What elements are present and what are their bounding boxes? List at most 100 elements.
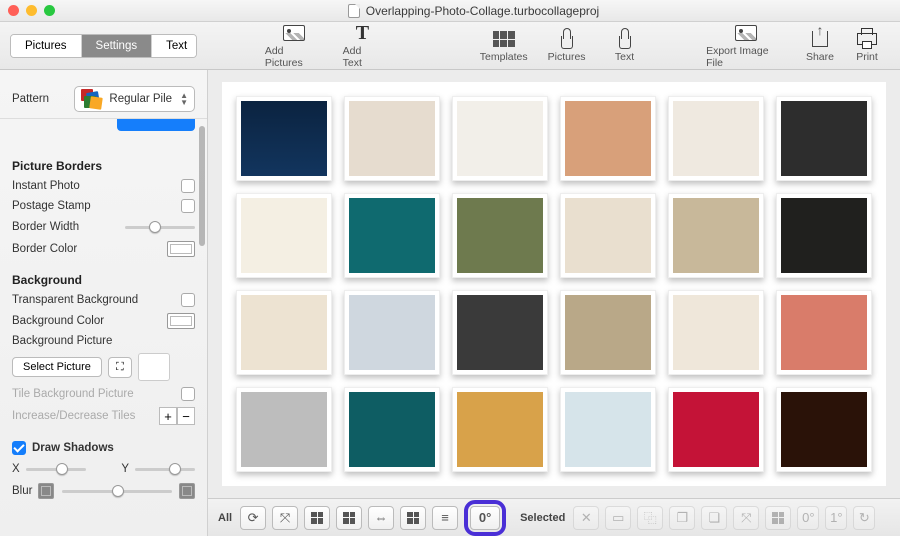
shadow-color-well-2[interactable] [179,483,195,499]
bg-picture-swatch[interactable] [138,353,170,381]
lock-icon [619,36,631,49]
add-pictures-button[interactable]: Add Pictures [265,22,323,69]
photo-tile[interactable] [560,290,656,375]
instant-photo-checkbox[interactable] [181,179,195,193]
grid-selected-button[interactable] [765,506,791,530]
fit-selected-button[interactable]: ⤧ [733,506,759,530]
expand-h-button[interactable]: ⇔ [368,506,394,530]
border-color-well[interactable] [167,241,195,257]
collage-canvas[interactable] [208,70,900,498]
delete-selected-button[interactable]: ✕ [573,506,599,530]
bg-picture-label: Background Picture [12,335,195,347]
tab-settings[interactable]: Settings [82,35,153,57]
photo-tile[interactable] [560,387,656,472]
reset-rotation-highlight: 0° [464,500,506,536]
print-button[interactable]: Print [854,28,880,63]
photo-tile[interactable] [560,96,656,181]
rotate-cw-button[interactable]: ↻ [853,506,875,530]
window-controls [8,5,55,16]
draw-shadows-checkbox[interactable] [12,441,26,455]
pattern-select[interactable]: Regular Pile ▲▼ [74,86,195,112]
bring-front-button[interactable]: ❐ [669,506,695,530]
photo-tile[interactable] [776,387,872,472]
postage-stamp-checkbox[interactable] [181,199,195,213]
regular-pile-icon [81,89,101,109]
photo-tile[interactable] [344,387,440,472]
photo-tile[interactable] [776,290,872,375]
photo-tile[interactable] [668,290,764,375]
reset-rotation-all-button[interactable]: 0° [470,506,500,530]
tab-text[interactable]: Text [152,35,197,57]
send-back-button[interactable]: ❏ [701,506,727,530]
orientation-segment[interactable] [117,119,195,131]
photo-tile[interactable] [236,290,332,375]
zoom-window-icon[interactable] [44,5,55,16]
photo-tile[interactable] [776,193,872,278]
bg-color-well[interactable] [167,313,195,329]
toolbar: Pictures Settings Text Add Pictures T Ad… [0,22,900,70]
photo-tile[interactable] [668,387,764,472]
photo-tile[interactable] [236,387,332,472]
border-width-label: Border Width [12,221,79,233]
tile-bg-label: Tile Background Picture [12,388,134,400]
tile-bg-checkbox [181,387,195,401]
pictures-lock-button[interactable]: Pictures [548,28,586,63]
tiles-stepper: +− [159,407,195,425]
minimize-window-icon[interactable] [26,5,37,16]
photo-tile[interactable] [668,96,764,181]
reset-rotation-selected-button[interactable]: 0° [797,506,819,530]
picture-icon [283,25,305,41]
close-window-icon[interactable] [8,5,19,16]
photo-tile[interactable] [776,96,872,181]
align-button[interactable]: ≡ [432,506,458,530]
chevron-updown-icon: ▲▼ [180,92,188,106]
transparent-bg-checkbox[interactable] [181,293,195,307]
photo-tile[interactable] [344,96,440,181]
photo-tile[interactable] [452,193,548,278]
shadow-y-slider[interactable] [135,461,195,477]
text-lock-button[interactable]: Text [612,28,638,63]
templates-icon [493,31,515,47]
section-picture-borders: Picture Borders [12,159,195,173]
select-picture-button[interactable]: Select Picture [12,357,102,377]
settings-sidebar: Pattern Regular Pile ▲▼ . Picture Border… [0,70,208,536]
photo-tile[interactable] [452,387,548,472]
sidebar-scrollbar[interactable] [199,126,205,246]
postage-stamp-label: Postage Stamp [12,200,91,212]
grid-3-button[interactable] [400,506,426,530]
add-text-button[interactable]: T Add Text [343,22,382,69]
crop-bg-button[interactable]: ⛶ [108,357,132,378]
fit-all-button[interactable]: ⤧ [272,506,298,530]
inc-dec-tiles-label: Increase/Decrease Tiles [12,410,135,422]
photo-tile[interactable] [668,193,764,278]
grid-2-button[interactable] [336,506,362,530]
document-icon [348,4,360,18]
collage-grid [222,82,886,486]
photo-tile[interactable] [236,96,332,181]
swap-selected-button[interactable]: ▭ [605,506,631,530]
titlebar: Overlapping-Photo-Collage.turbocollagepr… [0,0,900,22]
photo-tile[interactable] [452,290,548,375]
tab-pictures[interactable]: Pictures [11,35,82,57]
export-button[interactable]: Export Image File [706,22,786,69]
rotate-1-selected-button[interactable]: 1° [825,506,847,530]
text-icon: T [356,23,369,43]
shadow-color-well[interactable] [38,483,54,499]
share-button[interactable]: Share [806,28,834,63]
pattern-label: Pattern [12,93,49,105]
shadow-blur-slider[interactable] [62,483,172,499]
shuffle-all-button[interactable]: ⟳ [240,506,266,530]
section-background: Background [12,273,195,287]
photo-tile[interactable] [344,193,440,278]
transparent-bg-label: Transparent Background [12,294,138,306]
photo-tile[interactable] [344,290,440,375]
photo-tile[interactable] [452,96,548,181]
photo-tile[interactable] [236,193,332,278]
templates-button[interactable]: Templates [480,28,528,63]
border-width-slider[interactable] [125,219,195,235]
grid-1-button[interactable] [304,506,330,530]
selected-label: Selected [520,512,565,524]
crop-selected-button[interactable]: ⿻ [637,506,663,530]
photo-tile[interactable] [560,193,656,278]
shadow-x-slider[interactable] [26,461,86,477]
